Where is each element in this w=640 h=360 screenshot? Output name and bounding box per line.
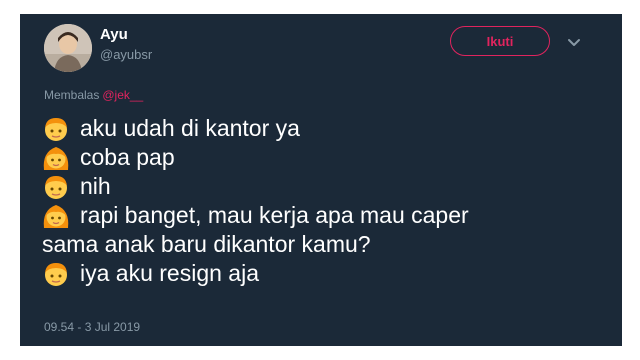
tweet-line: nih	[42, 172, 602, 201]
tweet-line-text: aku udah di kantor ya	[80, 115, 300, 141]
boy-face-icon	[45, 175, 67, 199]
tweet-line: iya aku resign aja	[42, 259, 602, 288]
avatar[interactable]	[44, 24, 92, 72]
reply-context: Membalas @jek__	[44, 88, 143, 102]
girl-face-icon	[43, 204, 69, 228]
author-name[interactable]: Ayu	[100, 26, 128, 43]
tweet-line-text: nih	[80, 173, 111, 199]
tweet-line: coba pap	[42, 143, 602, 172]
boy-face-icon	[45, 262, 67, 286]
tweet-line: rapi banget, mau kerja apa mau caper	[42, 201, 602, 230]
reply-mention-link[interactable]: @jek__	[102, 88, 143, 102]
tweet-text: aku udah di kantor ya coba pap nih rapi …	[42, 114, 602, 288]
tweet-line-text: sama anak baru dikantor kamu?	[42, 231, 371, 257]
reply-prefix: Membalas	[44, 88, 100, 102]
tweet-line: aku udah di kantor ya	[42, 114, 602, 143]
tweet-line-text: rapi banget, mau kerja apa mau caper	[80, 202, 469, 228]
author-handle[interactable]: @ayubsr	[100, 47, 152, 62]
chevron-down-icon[interactable]	[566, 34, 582, 50]
tweet-line-text: coba pap	[80, 144, 175, 170]
follow-button[interactable]: Ikuti	[450, 26, 550, 56]
girl-face-icon	[43, 146, 69, 170]
tweet-card: Ayu @ayubsr Ikuti Membalas @jek__ aku uda…	[20, 14, 622, 346]
timestamp-link[interactable]: 09.54 - 3 Jul 2019	[44, 320, 140, 334]
tweet-line: sama anak baru dikantor kamu?	[42, 230, 602, 259]
tweet-line-text: iya aku resign aja	[80, 260, 259, 286]
boy-face-icon	[45, 117, 67, 141]
